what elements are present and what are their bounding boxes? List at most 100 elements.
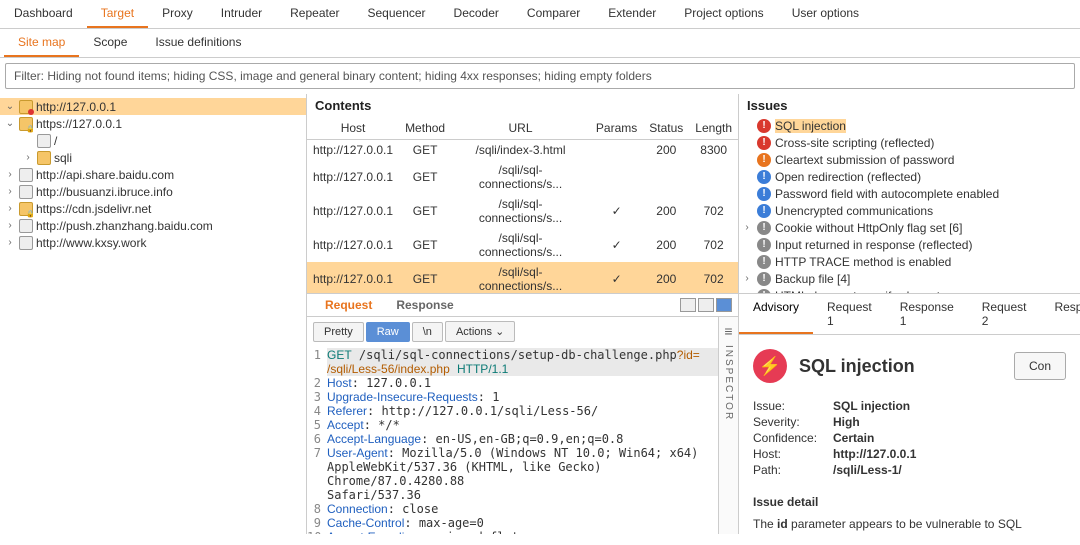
table-row[interactable]: http://127.0.0.1GET/sqli/index-3.html200… — [307, 140, 738, 161]
expand-icon[interactable]: › — [4, 237, 16, 248]
main-tab-sequencer[interactable]: Sequencer — [354, 0, 440, 28]
tree-node[interactable]: ›https://cdn.jsdelivr.net — [0, 200, 306, 217]
inspector-panel[interactable]: ≡ INSPECTOR — [718, 317, 738, 534]
folder-icon — [37, 151, 51, 165]
sub-tab-site-map[interactable]: Site map — [4, 29, 79, 57]
http-raw-view[interactable]: 1GET /sqli/sql-connections/setup-db-chal… — [307, 346, 718, 534]
severity-icon: ! — [757, 238, 771, 252]
rawbtn-n[interactable]: \n — [412, 322, 443, 342]
col-url[interactable]: URL — [451, 117, 590, 140]
tree-label: http://api.share.baidu.com — [36, 168, 174, 182]
rawbtn-pretty[interactable]: Pretty — [313, 322, 364, 342]
severity-icon: ! — [757, 272, 771, 286]
table-row[interactable]: http://127.0.0.1GET/sqli/sql-connections… — [307, 262, 738, 294]
configure-button[interactable]: Con — [1014, 352, 1066, 380]
issues-header: Issues — [739, 94, 1080, 117]
col-status[interactable]: Status — [643, 117, 689, 140]
adv-tab-advisory[interactable]: Advisory — [739, 294, 813, 334]
issue-item[interactable]: ! Open redirection (reflected) — [739, 168, 1080, 185]
main-tab-dashboard[interactable]: Dashboard — [0, 0, 87, 28]
adv-tab-response-1[interactable]: Response 1 — [886, 294, 968, 334]
inspector-menu-icon[interactable]: ≡ — [724, 323, 732, 339]
col-method[interactable]: Method — [399, 117, 451, 140]
expand-icon[interactable]: › — [4, 220, 16, 231]
tree-node[interactable]: › http://www.kxsy.work — [0, 234, 306, 251]
main-tab-proxy[interactable]: Proxy — [148, 0, 207, 28]
issue-detail-header: Issue detail — [753, 495, 1066, 509]
severity-bolt-icon: ⚡ — [753, 349, 787, 383]
main-tab-extender[interactable]: Extender — [594, 0, 670, 28]
tree-node[interactable]: ›http://push.zhanzhang.baidu.com — [0, 217, 306, 234]
issue-item[interactable]: !Cleartext submission of password — [739, 151, 1080, 168]
expand-icon[interactable]: › — [741, 273, 753, 284]
request-response-tabs: RequestResponse — [307, 294, 738, 317]
table-row[interactable]: http://127.0.0.1GET/sqli/sql-connections… — [307, 228, 738, 262]
tree-label: sqli — [54, 151, 72, 165]
expand-icon[interactable]: › — [4, 169, 16, 180]
rawbtn-raw[interactable]: Raw — [366, 322, 410, 342]
layout-vertical-icon[interactable] — [698, 298, 714, 312]
layout-combined-icon[interactable] — [716, 298, 732, 312]
severity-icon: ! — [757, 119, 771, 133]
main-tab-user-options[interactable]: User options — [778, 0, 873, 28]
kv-row: Issue:SQL injection — [753, 399, 1066, 413]
col-params[interactable]: Params — [590, 117, 643, 140]
col-host[interactable]: Host — [307, 117, 399, 140]
issue-item[interactable]: !Password field with autocomplete enable… — [739, 185, 1080, 202]
tab-response[interactable]: Response — [384, 294, 465, 318]
sitemap-tree: ⌄http://127.0.0.1⌄https://127.0.0.1 / › sql… — [0, 94, 307, 534]
layout-horizontal-icon[interactable] — [680, 298, 696, 312]
kv-row: Severity:High — [753, 415, 1066, 429]
sub-tab-issue-definitions[interactable]: Issue definitions — [141, 29, 255, 57]
severity-icon: ! — [757, 136, 771, 150]
tree-node[interactable]: ⌄http://127.0.0.1 — [0, 98, 306, 115]
tree-node[interactable]: › http://api.share.baidu.com — [0, 166, 306, 183]
tree-label: http://www.kxsy.work — [36, 236, 146, 250]
table-row[interactable]: http://127.0.0.1GET/sqli/sql-connections… — [307, 160, 738, 194]
issue-label: Backup file [4] — [775, 272, 850, 286]
issue-item[interactable]: !Cross-site scripting (reflected) — [739, 134, 1080, 151]
adv-tab-request-2[interactable]: Request 2 — [968, 294, 1041, 334]
tree-node[interactable]: ›http://busuanzi.ibruce.info — [0, 183, 306, 200]
expand-icon[interactable]: › — [22, 152, 34, 163]
tree-node[interactable]: › sqli — [0, 149, 306, 166]
issue-item[interactable]: !Input returned in response (reflected) — [739, 236, 1080, 253]
expand-icon[interactable]: › — [4, 203, 16, 214]
rawbtn-actions[interactable]: Actions — [445, 321, 515, 342]
filter-bar[interactable]: Filter: Hiding not found items; hiding C… — [5, 63, 1075, 89]
main-tab-comparer[interactable]: Comparer — [513, 0, 594, 28]
folder-r-icon — [19, 100, 33, 114]
issue-item[interactable]: !HTML does not specify charset — [739, 287, 1080, 294]
file-icon — [19, 185, 33, 199]
main-tabbar: DashboardTargetProxyIntruderRepeaterSequ… — [0, 0, 1080, 29]
tree-node[interactable]: / — [0, 132, 306, 149]
issue-item[interactable]: ›! Backup file [4] — [739, 270, 1080, 287]
main-tab-decoder[interactable]: Decoder — [440, 0, 513, 28]
col-length[interactable]: Length — [689, 117, 738, 140]
sub-tab-scope[interactable]: Scope — [79, 29, 141, 57]
expand-icon[interactable]: ⌄ — [4, 118, 16, 129]
expand-icon[interactable]: ⌄ — [4, 101, 16, 112]
tree-label: / — [54, 134, 57, 148]
main-tab-repeater[interactable]: Repeater — [276, 0, 353, 28]
main-tab-intruder[interactable]: Intruder — [207, 0, 276, 28]
issue-item[interactable]: !HTTP TRACE method is enabled — [739, 253, 1080, 270]
expand-icon[interactable]: › — [741, 222, 753, 233]
tree-node[interactable]: ⌄https://127.0.0.1 — [0, 115, 306, 132]
issue-item[interactable]: ›!Cookie without HttpOnly flag set [6] — [739, 219, 1080, 236]
issue-item[interactable]: !SQL injection — [739, 117, 1080, 134]
file-icon — [37, 134, 51, 148]
main-tab-target[interactable]: Target — [87, 0, 148, 28]
issue-label: Open redirection (reflected) — [775, 170, 921, 184]
table-row[interactable]: http://127.0.0.1GET/sqli/sql-connections… — [307, 194, 738, 228]
issue-item[interactable]: !Unencrypted communications — [739, 202, 1080, 219]
adv-tab-response[interactable]: Response — [1040, 294, 1080, 334]
main-tab-project-options[interactable]: Project options — [670, 0, 777, 28]
severity-icon: ! — [757, 170, 771, 184]
contents-table[interactable]: HostMethodURLParamsStatusLength http://1… — [307, 117, 738, 294]
kv-row: Confidence:Certain — [753, 431, 1066, 445]
expand-icon[interactable]: › — [4, 186, 16, 197]
adv-tab-request-1[interactable]: Request 1 — [813, 294, 886, 334]
lock-icon — [19, 202, 33, 216]
issue-label: Cleartext submission of password — [775, 153, 954, 167]
